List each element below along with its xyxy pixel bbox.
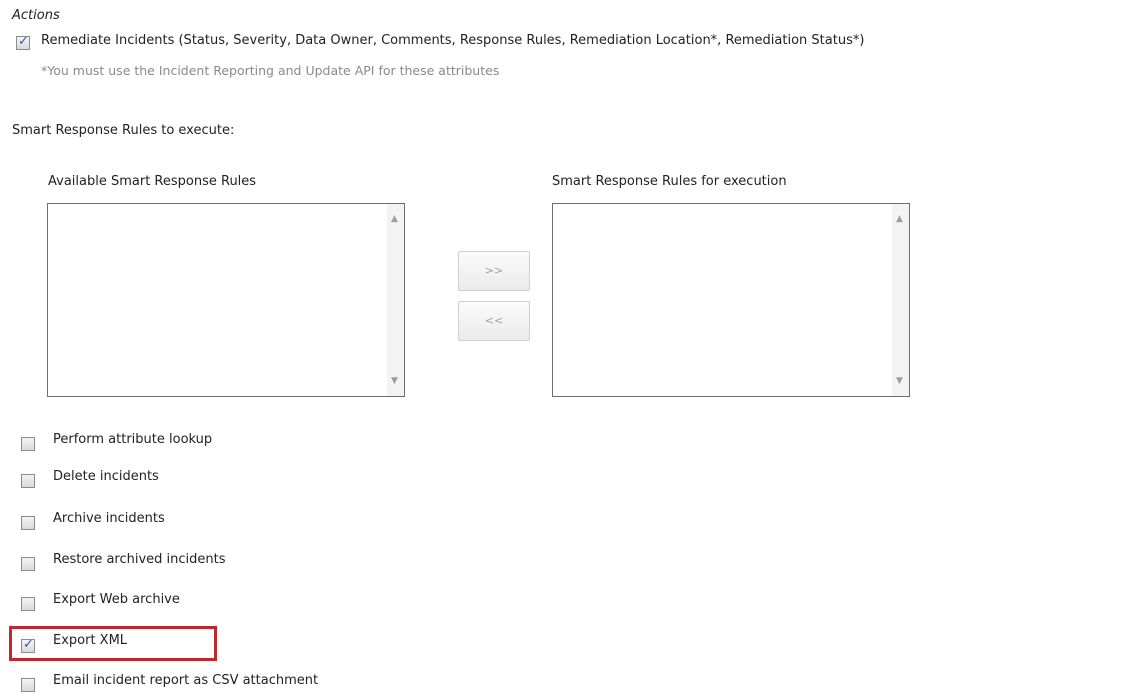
remediate-incidents-label: Remediate Incidents (Status, Severity, D…	[41, 33, 865, 48]
scroll-down-icon[interactable]: ▼	[391, 376, 398, 386]
api-requirement-note: *You must use the Incident Reporting and…	[41, 63, 500, 78]
export-web-archive-label: Export Web archive	[53, 592, 180, 607]
archive-incidents-label: Archive incidents	[53, 511, 165, 526]
restore-archived-incidents-checkbox[interactable]	[21, 557, 35, 571]
perform-attribute-lookup-label: Perform attribute lookup	[53, 432, 213, 447]
available-rules-listbox[interactable]: ▲ ▼	[47, 203, 405, 397]
add-rule-button[interactable]: >>	[458, 251, 530, 291]
perform-attribute-lookup-checkbox[interactable]	[21, 437, 35, 451]
scroll-up-icon[interactable]: ▲	[391, 214, 398, 224]
restore-archived-incidents-label: Restore archived incidents	[53, 552, 226, 567]
available-rules-label: Available Smart Response Rules	[48, 174, 257, 189]
export-web-archive-checkbox[interactable]	[21, 597, 35, 611]
email-csv-report-label: Email incident report as CSV attachment	[53, 673, 319, 688]
email-csv-report-checkbox[interactable]	[21, 678, 35, 692]
delete-incidents-label: Delete incidents	[53, 469, 159, 484]
archive-incidents-checkbox[interactable]	[21, 516, 35, 530]
export-xml-checkbox[interactable]	[21, 637, 35, 653]
available-rules-scrollbar[interactable]: ▲ ▼	[387, 204, 404, 396]
remove-rule-button[interactable]: <<	[458, 301, 530, 341]
execution-rules-label: Smart Response Rules for execution	[552, 174, 787, 189]
smart-response-heading: Smart Response Rules to execute:	[12, 123, 235, 138]
scroll-up-icon[interactable]: ▲	[896, 214, 903, 224]
remediate-incidents-checkbox[interactable]	[16, 34, 30, 50]
scroll-down-icon[interactable]: ▼	[896, 376, 903, 386]
execution-rules-scrollbar[interactable]: ▲ ▼	[892, 204, 909, 396]
actions-heading: Actions	[12, 8, 60, 23]
delete-incidents-checkbox[interactable]	[21, 474, 35, 488]
execution-rules-listbox[interactable]: ▲ ▼	[552, 203, 910, 397]
export-xml-label: Export XML	[53, 633, 128, 648]
